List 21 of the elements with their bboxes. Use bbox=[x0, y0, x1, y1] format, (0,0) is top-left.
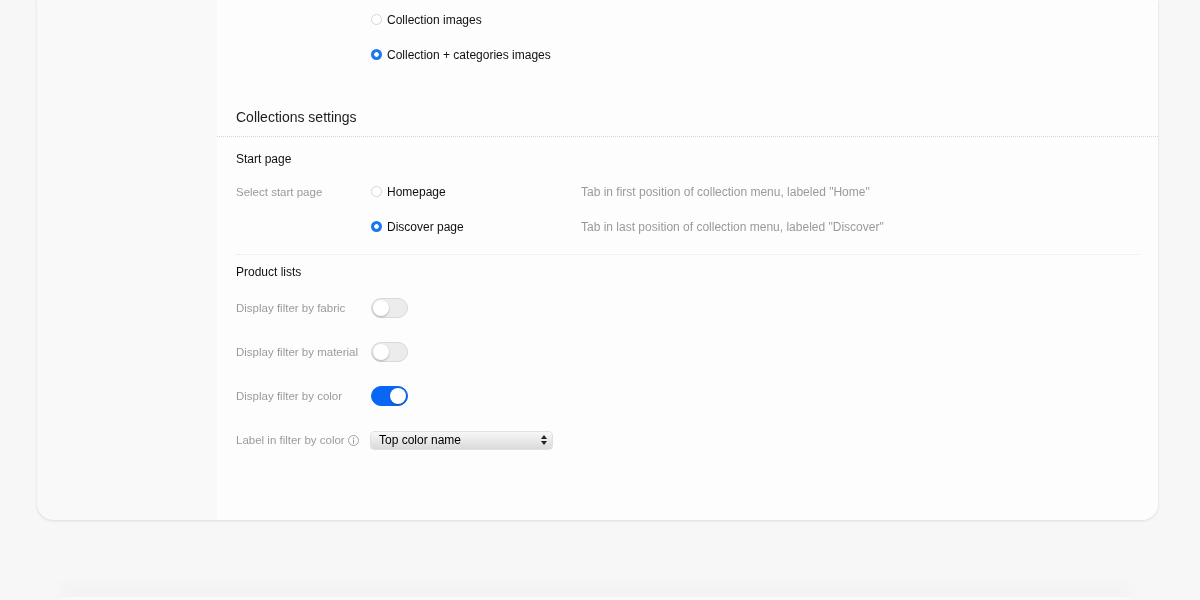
option-description: Tab in first position of collection menu, labeled "Home" bbox=[581, 184, 871, 199]
subsection-heading: Start page bbox=[236, 151, 293, 167]
radio-option[interactable]: Collection images bbox=[371, 12, 482, 27]
radio-option[interactable]: Homepage bbox=[371, 184, 446, 199]
field-label: Display filter by material bbox=[236, 346, 359, 358]
option-description: Tab in last position of collection menu, labeled "Discover" bbox=[581, 219, 885, 234]
radio-icon[interactable] bbox=[371, 49, 382, 60]
radio-icon[interactable] bbox=[371, 221, 382, 232]
field-label: Display filter by fabric bbox=[236, 302, 346, 314]
section-heading: Collections settings bbox=[217, 107, 1158, 137]
toggle-switch[interactable] bbox=[371, 386, 408, 406]
field-label: Select start page bbox=[236, 185, 323, 198]
radio-option[interactable]: Collection + categories images bbox=[371, 47, 551, 62]
select-dropdown[interactable]: Top color name bbox=[371, 431, 552, 449]
radio-icon[interactable] bbox=[371, 14, 382, 25]
field-label: Display filter by color bbox=[236, 390, 343, 402]
radio-option[interactable]: Discover page bbox=[371, 219, 464, 234]
up-down-arrows-icon bbox=[541, 435, 547, 445]
field-label: Label in filter by color bbox=[236, 434, 345, 446]
radio-icon[interactable] bbox=[371, 186, 382, 197]
subsection-heading: Product lists bbox=[236, 264, 303, 280]
